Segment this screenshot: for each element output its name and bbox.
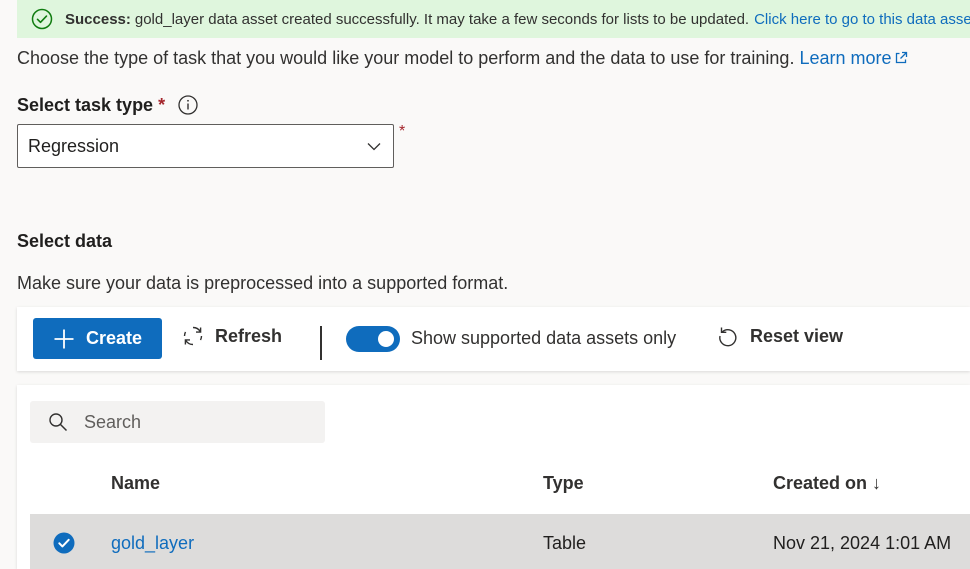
banner-lead: Success: <box>65 10 131 28</box>
task-type-dropdown[interactable]: Regression <box>17 124 394 168</box>
task-type-label: Select task type * <box>17 94 199 116</box>
data-assets-panel: Name Type Created on ↓ gold_layer Table … <box>17 385 970 569</box>
supported-assets-label: Show supported data assets only <box>411 328 677 348</box>
row-type: Table <box>543 533 587 553</box>
go-to-asset-link[interactable]: Click here to go to this data asset <box>754 11 970 28</box>
reset-view-button[interactable]: Reset view <box>716 324 843 348</box>
select-data-description: Make sure your data is preprocessed into… <box>17 273 509 293</box>
intro-text: Choose the type of task that you would l… <box>17 48 908 69</box>
supported-assets-toggle[interactable] <box>346 326 400 352</box>
success-check-icon <box>31 8 53 30</box>
select-data-heading: Select data <box>17 231 113 251</box>
search-input[interactable] <box>84 411 284 433</box>
external-link-icon <box>895 51 907 64</box>
task-type-label-text: Select task type <box>17 94 154 115</box>
column-header-created[interactable]: Created on ↓ <box>773 473 881 494</box>
task-type-value: Regression <box>28 135 120 156</box>
column-header-name[interactable]: Name <box>111 473 160 494</box>
reset-icon <box>719 327 737 347</box>
table-row[interactable]: gold_layer Table Nov 21, 2024 1:01 AM <box>30 514 970 569</box>
intro-sentence: Choose the type of task that you would l… <box>17 48 795 68</box>
required-marker: * <box>158 94 166 115</box>
row-created-on: Nov 21, 2024 1:01 AM <box>773 533 952 553</box>
toolbar-divider <box>320 326 322 360</box>
create-button[interactable]: Create <box>33 318 162 359</box>
learn-more-link[interactable]: Learn more <box>799 48 907 68</box>
plus-icon <box>54 329 74 348</box>
checkmark-circle-icon[interactable] <box>53 532 75 554</box>
create-label: Create <box>85 328 143 348</box>
info-icon[interactable] <box>177 94 199 116</box>
refresh-icon <box>183 326 203 346</box>
reset-view-label: Reset view <box>750 325 844 346</box>
toggle-knob <box>378 331 394 347</box>
banner-message: gold_layer data asset created successful… <box>134 10 750 28</box>
search-box[interactable] <box>30 401 325 443</box>
column-header-type[interactable]: Type <box>543 473 584 494</box>
refresh-button[interactable]: Refresh <box>181 324 282 348</box>
refresh-label: Refresh <box>215 325 283 346</box>
dropdown-required-marker: * <box>399 123 406 140</box>
learn-more-label: Learn more <box>799 48 892 68</box>
search-icon <box>49 413 68 432</box>
data-toolbar: Create Refresh Show supported data asset… <box>17 307 970 371</box>
chevron-down-icon <box>367 143 381 151</box>
row-name-link[interactable]: gold_layer <box>111 533 194 554</box>
success-banner: Success: gold_layer data asset created s… <box>17 0 970 38</box>
